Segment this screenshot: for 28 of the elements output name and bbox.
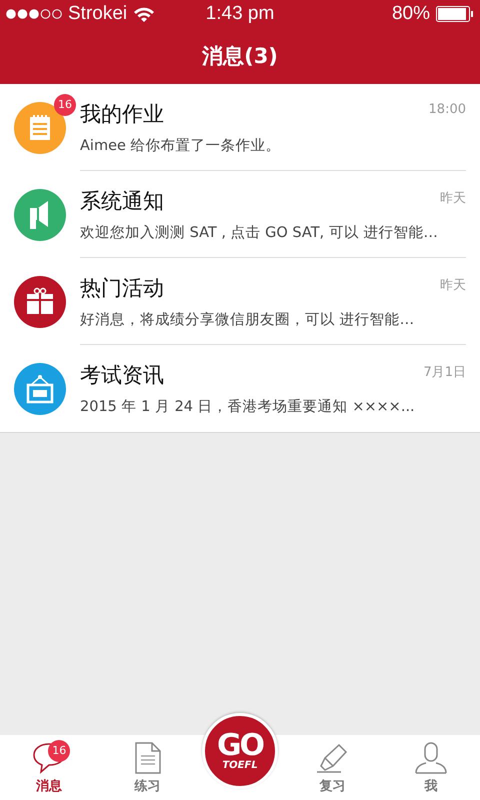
document-icon: [134, 742, 162, 774]
person-icon: [414, 742, 448, 774]
message-time: 7月1日: [423, 364, 466, 381]
message-title: 热门活动: [80, 274, 164, 302]
tab-item[interactable]: 消息 16: [0, 735, 98, 800]
message-preview: 欢迎您加入测测 SAT , 点击 GO SAT, 可以 进行智能…: [80, 224, 439, 242]
carrier-name: Strokei: [68, 3, 128, 25]
page-title: 消息(3): [202, 43, 278, 70]
tab-item[interactable]: 练习: [98, 735, 197, 800]
signal-icon: [6, 9, 62, 19]
message-title: 我的作业: [80, 100, 164, 128]
message-title: 系统通知: [80, 188, 164, 214]
message-preview: 2015 年 1 月 24 日，香港考场重要通知 ××××...: [80, 398, 416, 416]
highlighter-icon: [315, 742, 350, 774]
battery-percent: 80%: [392, 3, 430, 25]
unread-badge: 16: [48, 740, 70, 762]
message-title: 考试资讯: [80, 362, 164, 389]
battery-icon: [436, 6, 474, 22]
message-time: 昨天: [440, 190, 466, 206]
message-preview: 好消息，将成绩分享微信朋友圈，可以 进行智能…: [80, 310, 416, 328]
tab-item[interactable]: 我: [382, 735, 480, 800]
wifi-icon: [133, 6, 156, 22]
message-time: 昨天: [440, 276, 466, 294]
clock-time: 1:43 pm: [206, 3, 274, 25]
message-preview: Aimee 给你布置了一条作业。: [80, 136, 282, 154]
message-time: 18:00: [428, 102, 466, 116]
tab-item[interactable]: 复习: [283, 735, 382, 800]
unread-badge: 16: [54, 94, 76, 116]
